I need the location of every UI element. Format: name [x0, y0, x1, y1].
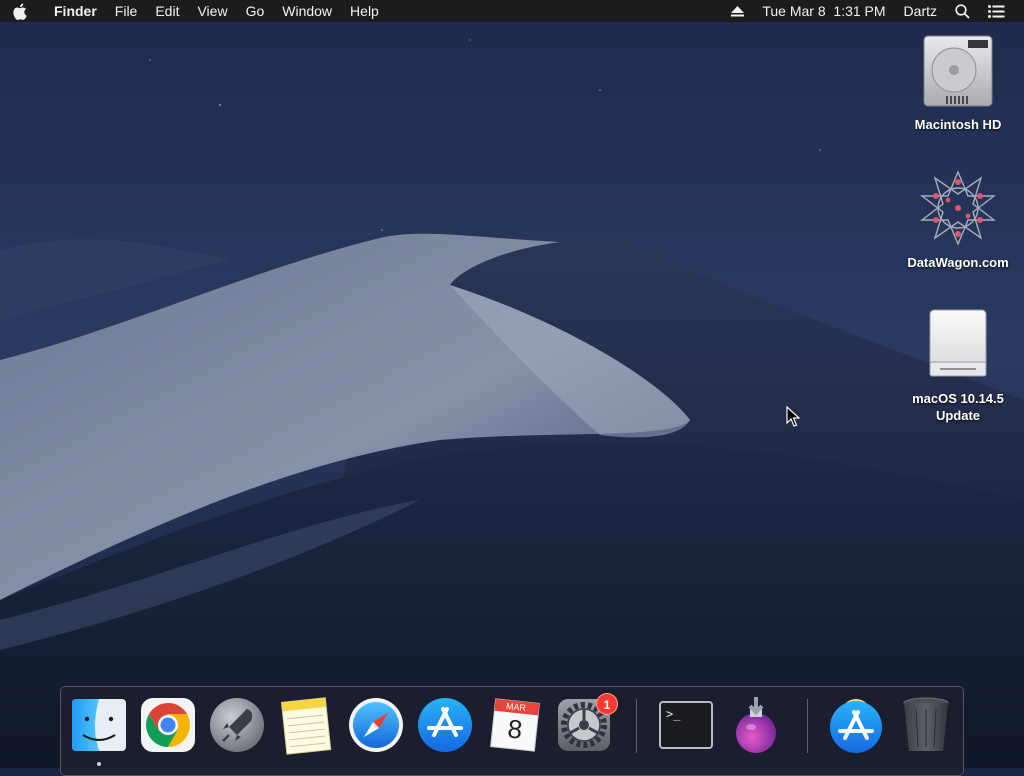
dock-item-app-store-downloads[interactable]: [826, 695, 886, 755]
finder-icon: [72, 699, 126, 751]
desktop-icon-macos-update[interactable]: macOS 10.14.5 Update: [898, 304, 1018, 424]
dock-item-chrome[interactable]: [138, 695, 198, 755]
dock-item-notes[interactable]: [276, 695, 336, 755]
notification-center-icon[interactable]: [979, 4, 1014, 18]
menu-view[interactable]: View: [188, 0, 236, 22]
menu-help[interactable]: Help: [341, 0, 388, 22]
dock-item-safari[interactable]: [346, 695, 406, 755]
desktop-wallpaper: [0, 0, 1024, 768]
hard-drive-icon: [923, 35, 993, 107]
notification-badge: 1: [596, 693, 618, 715]
dock-separator: [636, 699, 637, 753]
app-store-icon: [418, 698, 472, 752]
datawagon-logo-icon: [919, 170, 997, 246]
menu-window[interactable]: Window: [273, 0, 341, 22]
external-drive-icon: [929, 309, 987, 377]
dock-item-finder[interactable]: [69, 695, 129, 755]
desktop-icon-macintosh-hd[interactable]: Macintosh HD: [898, 30, 1018, 133]
eject-icon[interactable]: [722, 5, 753, 17]
installer-flask-icon: [736, 697, 776, 753]
menu-edit[interactable]: Edit: [146, 0, 188, 22]
dock-item-installer[interactable]: [726, 695, 786, 755]
terminal-icon: [659, 701, 713, 749]
running-indicator: [97, 762, 101, 766]
desktop-icon-label: macOS 10.14.5 Update: [912, 391, 1004, 423]
dock-item-trash[interactable]: [896, 695, 956, 755]
app-store-folder-icon: [830, 699, 882, 753]
dock-item-app-store[interactable]: [415, 695, 475, 755]
menu-file[interactable]: File: [106, 0, 147, 22]
desktop-icon-label: DataWagon.com: [907, 255, 1009, 270]
dock: MAR 8 1 >_: [60, 686, 964, 776]
chrome-icon: [141, 698, 195, 752]
menu-app-name[interactable]: Finder: [38, 0, 106, 22]
terminal-prompt: >_: [666, 707, 681, 721]
menu-go[interactable]: Go: [237, 0, 274, 22]
spotlight-search-icon[interactable]: [946, 3, 979, 19]
dock-item-terminal[interactable]: >_: [656, 695, 716, 755]
notes-icon: [280, 697, 332, 755]
apple-logo-icon[interactable]: [0, 3, 38, 20]
calendar-day: 8: [506, 713, 524, 745]
safari-compass-icon: [349, 698, 403, 752]
launchpad-rocket-icon: [210, 698, 264, 752]
desktop-icon-label: Macintosh HD: [914, 117, 1002, 132]
mouse-pointer-icon: [786, 406, 800, 427]
desktop-icon-datawagon[interactable]: DataWagon.com: [898, 168, 1018, 271]
menu-user-name[interactable]: Dartz: [895, 3, 946, 19]
trash-icon: [903, 697, 949, 751]
dock-item-launchpad[interactable]: [207, 695, 267, 755]
menu-clock[interactable]: Tue Mar 8 1:31 PM: [753, 3, 894, 19]
menu-bar: Finder File Edit View Go Window Help Tue…: [0, 0, 1024, 22]
dock-separator: [807, 699, 808, 753]
dock-item-calendar[interactable]: MAR 8: [485, 695, 545, 755]
